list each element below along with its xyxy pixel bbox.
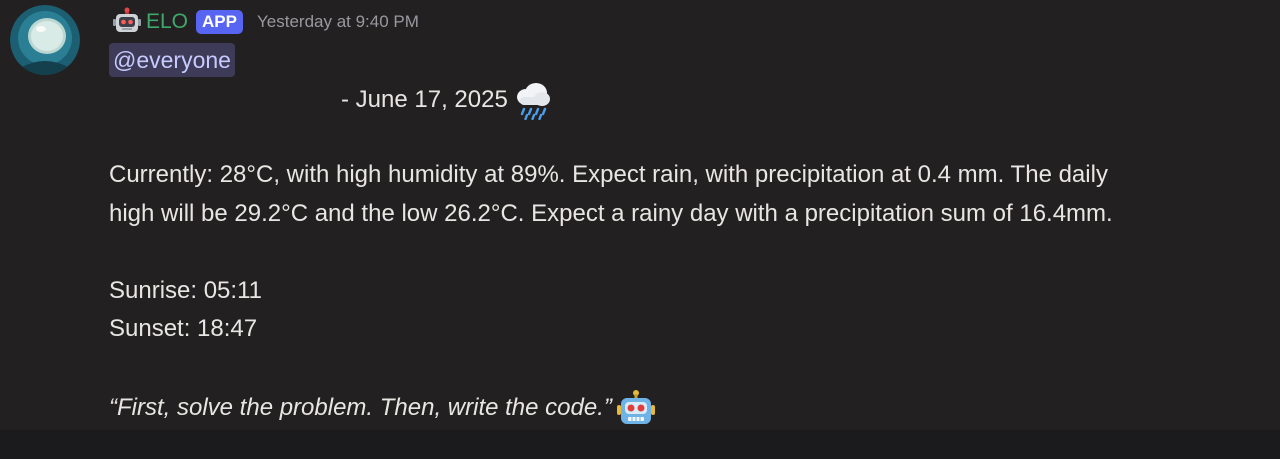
app-tag-badge: APP bbox=[196, 10, 243, 34]
weather-body-line-2: high will be 29.2°C and the low 26.2°C. … bbox=[109, 200, 1113, 227]
date-text: - June 17, 2025 bbox=[341, 86, 508, 113]
weather-body-line-1: Currently: 28°C, with high humidity at 8… bbox=[109, 161, 1108, 188]
rain-cloud-icon bbox=[516, 83, 550, 120]
quote-line: “First, solve the problem. Then, write t… bbox=[109, 388, 656, 428]
message-header: ELO APP Yesterday at 9:40 PM bbox=[112, 7, 419, 37]
author-name[interactable]: ELO bbox=[146, 10, 188, 34]
author-avatar[interactable] bbox=[10, 5, 80, 75]
astronaut-helmet-avatar-icon bbox=[10, 5, 80, 75]
message-timestamp[interactable]: Yesterday at 9:40 PM bbox=[257, 12, 419, 32]
sunset-text: Sunset: 18:47 bbox=[109, 315, 258, 342]
bottom-bar bbox=[0, 430, 1280, 459]
chat-message: ELO APP Yesterday at 9:40 PM @everyone -… bbox=[0, 0, 1280, 430]
sunrise-text: Sunrise: 05:11 bbox=[109, 277, 262, 304]
everyone-mention[interactable]: @everyone bbox=[109, 43, 235, 77]
robot-icon bbox=[113, 7, 141, 32]
date-line: - June 17, 2025 bbox=[341, 80, 552, 120]
quote-text: “First, solve the problem. Then, write t… bbox=[109, 394, 612, 421]
robot-icon bbox=[616, 390, 655, 424]
